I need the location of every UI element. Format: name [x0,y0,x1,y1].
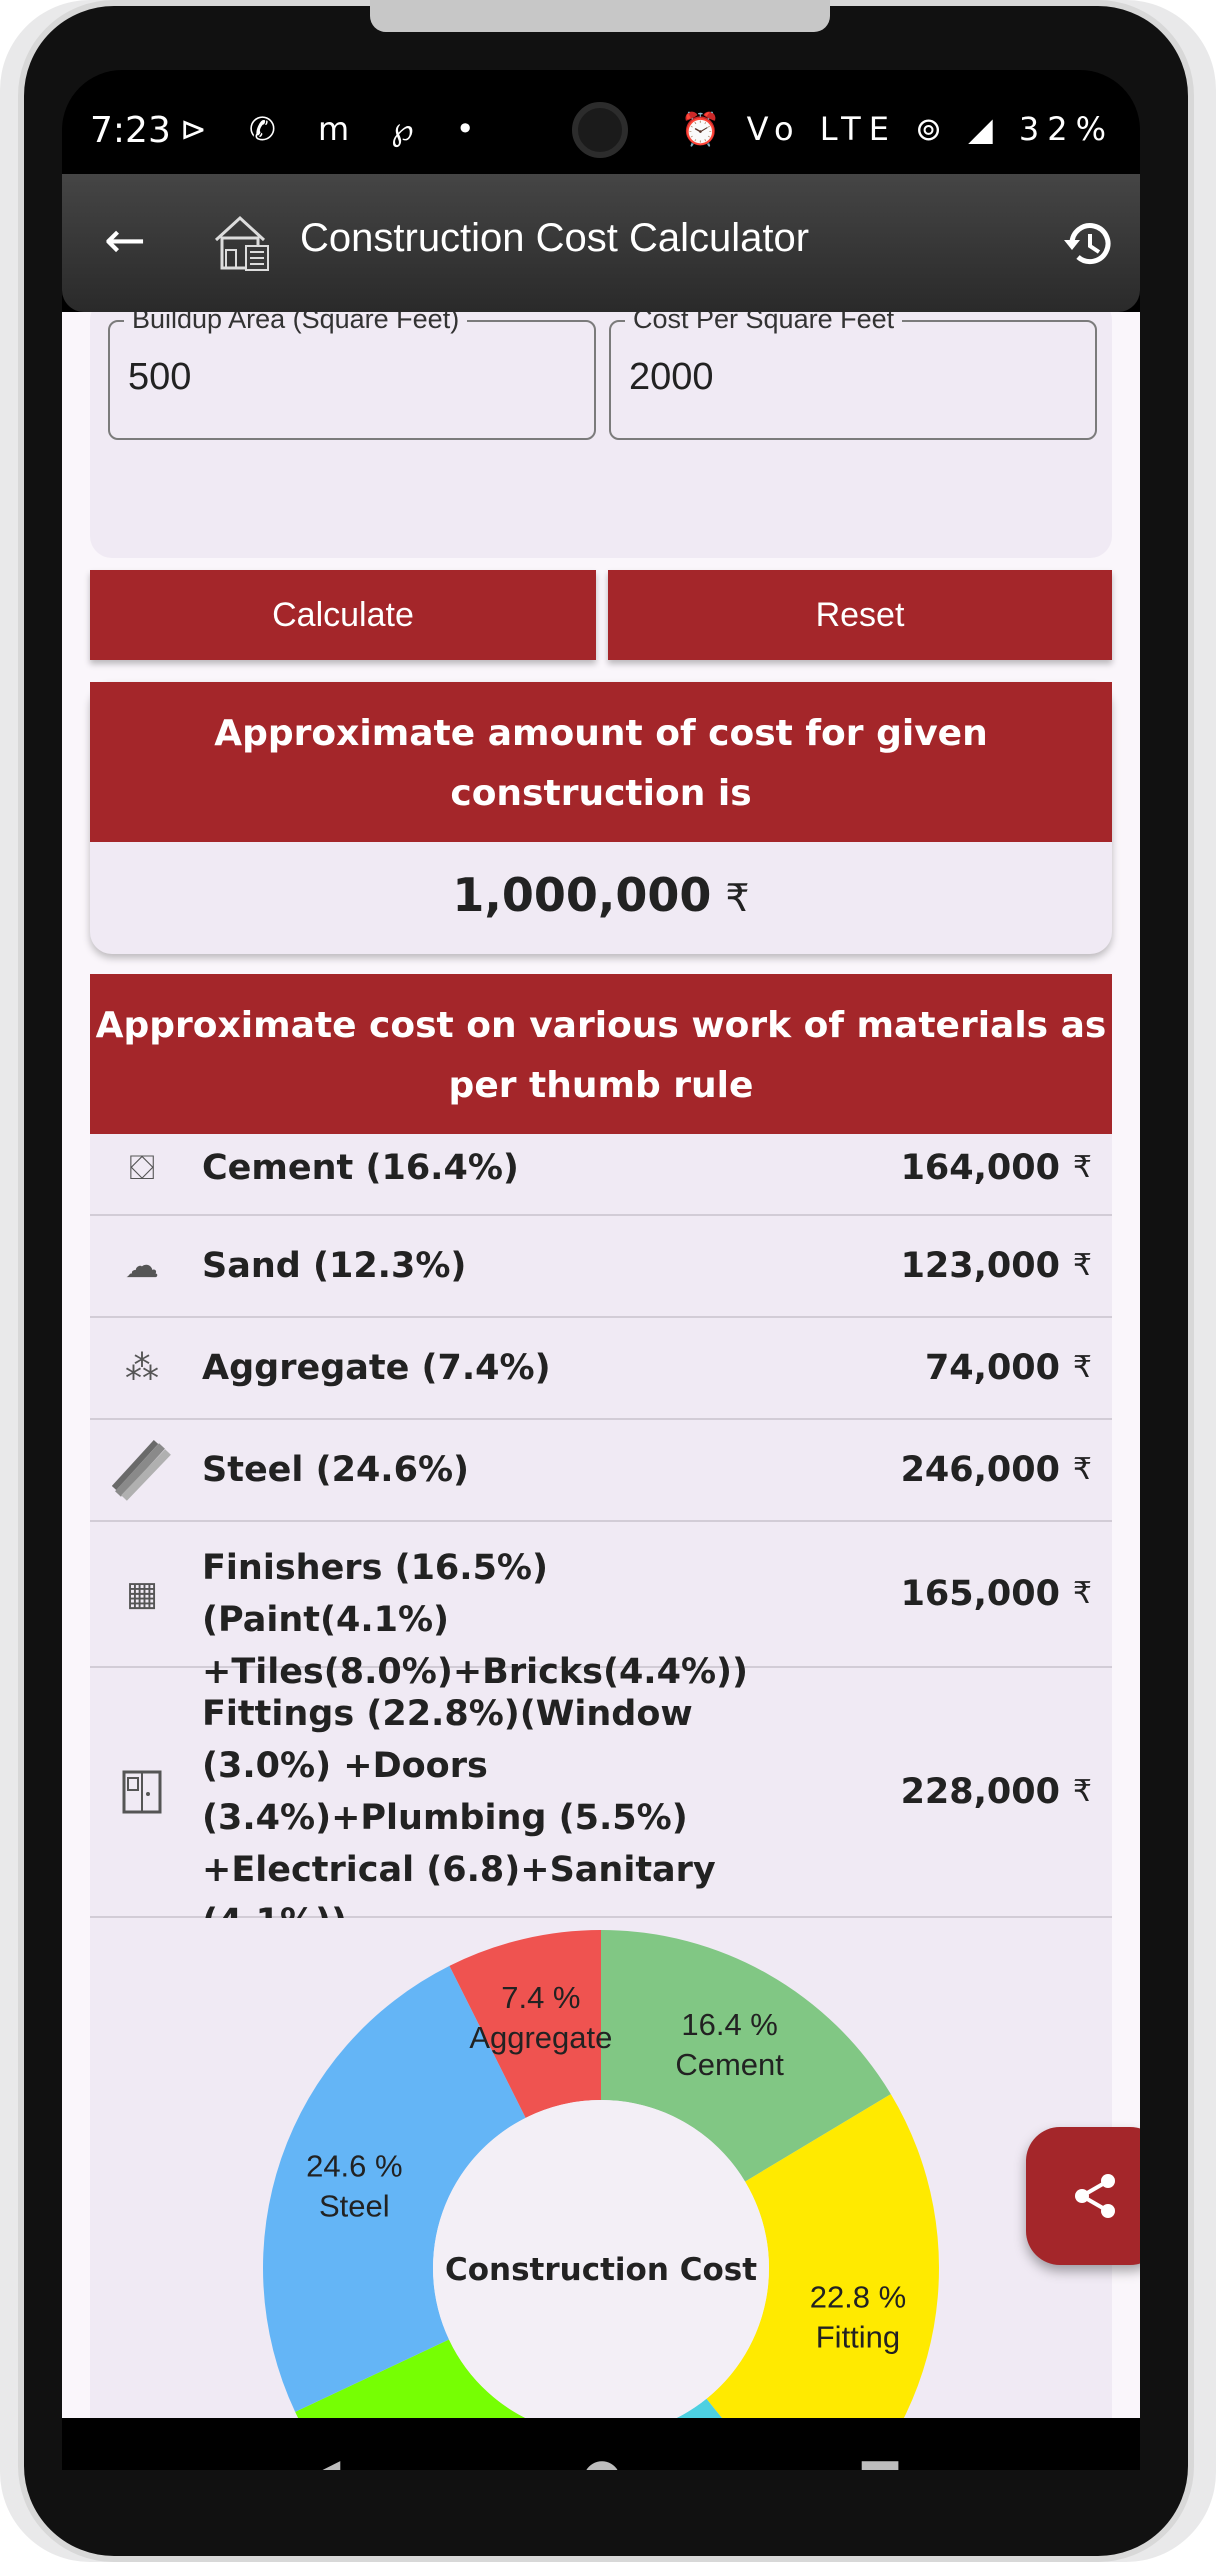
notification-icons: ⊳ ✆ m ℘ • [180,110,491,148]
material-row-aggregate: ⁂ Aggregate (7.4%) 74,000 ₹ [90,1318,1112,1420]
material-label: Fittings (22.8%)(Window (3.0%) +Doors (3… [202,1694,716,1942]
cost-per-sqft-input[interactable] [629,356,1069,399]
material-amount: 165,000 [900,1574,1060,1614]
page-title: Construction Cost Calculator [300,216,810,260]
input-card: Buildup Area (Square Feet) Cost Per Squa… [90,312,1112,558]
nav-home-icon[interactable]: ● [574,2448,630,2470]
system-icons: ⏰ Vo LTE ⊚ ◢ [680,110,1001,148]
reset-button[interactable]: Reset [608,570,1112,660]
system-nav-bar: ◀ ● ■ [62,2418,1140,2470]
material-label: Steel (24.6%) [202,1450,470,1490]
share-icon [1075,2174,1115,2218]
cost-per-sqft-label: Cost Per Square Feet [625,312,903,335]
chart-center-label: Construction Cost [445,2252,757,2288]
steel-bars-icon [112,1439,171,1501]
app-bar: ← Construction Cost Calculator [62,174,1140,312]
total-cost: 1,000,000 ₹ [90,868,1112,922]
rupee-symbol: ₹ [1072,1576,1092,1611]
total-cost-value: 1,000,000 [452,868,712,922]
status-bar: 7:23 ⊳ ✆ m ℘ • ⏰ Vo LTE ⊚ ◢ 32% [62,70,1140,174]
arrow-left-icon[interactable]: ← [104,208,146,272]
rupee-symbol: ₹ [1072,1248,1092,1283]
buildup-area-field[interactable]: Buildup Area (Square Feet) [108,312,596,440]
slice-name-label: Steel [319,2189,390,2224]
cost-pie-chart: 16.4 % Cement 22.8 % Fitting 24.6 % Steel 7.4 … [90,1918,1112,2418]
materials-heading-line2: per thumb rule [448,1065,754,1106]
result-card: Approximate amount of cost for given con… [90,682,1112,954]
materials-heading-line1: Approximate cost on various work of mate… [95,1005,1107,1046]
door-icon [122,1770,162,1814]
battery-level: 32% [1018,110,1114,148]
result-heading-line2: construction is [450,773,752,814]
materials-card: Approximate cost on various work of mate… [90,974,1112,2418]
material-amount: 123,000 [900,1246,1060,1286]
slice-percent-label: 16.4 % [681,2007,778,2042]
cost-per-sqft-field[interactable]: Cost Per Square Feet [609,312,1097,440]
material-label: Sand (12.3%) [202,1246,467,1286]
material-amount: 228,000 [900,1772,1060,1812]
calculate-button[interactable]: Calculate [90,570,596,660]
material-row-finishers: ▦ Finishers (16.5%)(Paint(4.1%) +Tiles(8… [90,1522,1112,1692]
material-label: Cement (16.4%) [202,1148,519,1188]
status-right: ⏰ Vo LTE ⊚ ◢ 32% [681,110,1114,148]
share-button[interactable] [1026,2127,1140,2265]
material-amount: 74,000 [924,1348,1060,1388]
pie-chart-svg: 16.4 % Cement 22.8 % Fitting 24.6 % Steel 7.4 … [263,1930,939,2418]
sand-icon: ☁ [125,1246,159,1286]
material-amount: 164,000 [900,1148,1060,1188]
material-row-sand: ☁ Sand (12.3%) 123,000 ₹ [90,1216,1112,1318]
screen: 7:23 ⊳ ✆ m ℘ • ⏰ Vo LTE ⊚ ◢ 32% ← Constr… [62,70,1140,2470]
rupee-symbol: ₹ [1072,1774,1092,1809]
material-row-fittings: Fittings (22.8%)(Window (3.0%) +Doors (3… [90,1668,1112,1942]
front-camera [572,102,628,158]
rupee-symbol: ₹ [1072,1150,1092,1185]
material-row-cement: ⛋ Cement (16.4%) 164,000 ₹ [90,1134,1112,1216]
result-heading: Approximate amount of cost for given con… [90,682,1112,842]
slice-percent-label: 22.8 % [810,2280,907,2315]
rupee-symbol: ₹ [1072,1350,1092,1385]
cement-bag-icon: ⛋ [129,1148,155,1188]
slice-percent-label: 7.4 % [501,1980,580,2015]
slice-name-label: Aggregate [469,2020,612,2055]
material-label: Aggregate (7.4%) [202,1348,551,1388]
slice-percent-label: 24.6 % [306,2149,403,2184]
rupee-symbol: ₹ [725,876,750,920]
buildup-area-input[interactable] [128,356,568,399]
result-heading-line1: Approximate amount of cost for given [214,713,988,754]
phone-top-edge [370,0,830,32]
brick-wall-icon: ▦ [125,1574,159,1614]
material-row-steel: Steel (24.6%) 246,000 ₹ [90,1420,1112,1522]
house-calculator-icon [214,215,269,271]
materials-heading: Approximate cost on various work of mate… [90,974,1112,1134]
history-icon[interactable] [1058,214,1118,274]
slice-name-label: Cement [675,2047,784,2082]
aggregate-icon: ⁂ [125,1348,159,1388]
rupee-symbol: ₹ [1072,1452,1092,1487]
content-area: Buildup Area (Square Feet) Cost Per Squa… [62,312,1140,2418]
status-time: 7:23 [90,110,171,151]
material-amount: 246,000 [900,1450,1060,1490]
nav-recents-icon[interactable]: ■ [852,2448,908,2470]
buildup-area-label: Buildup Area (Square Feet) [124,312,468,335]
slice-name-label: Fitting [816,2320,900,2355]
nav-back-icon[interactable]: ◀ [294,2448,350,2470]
